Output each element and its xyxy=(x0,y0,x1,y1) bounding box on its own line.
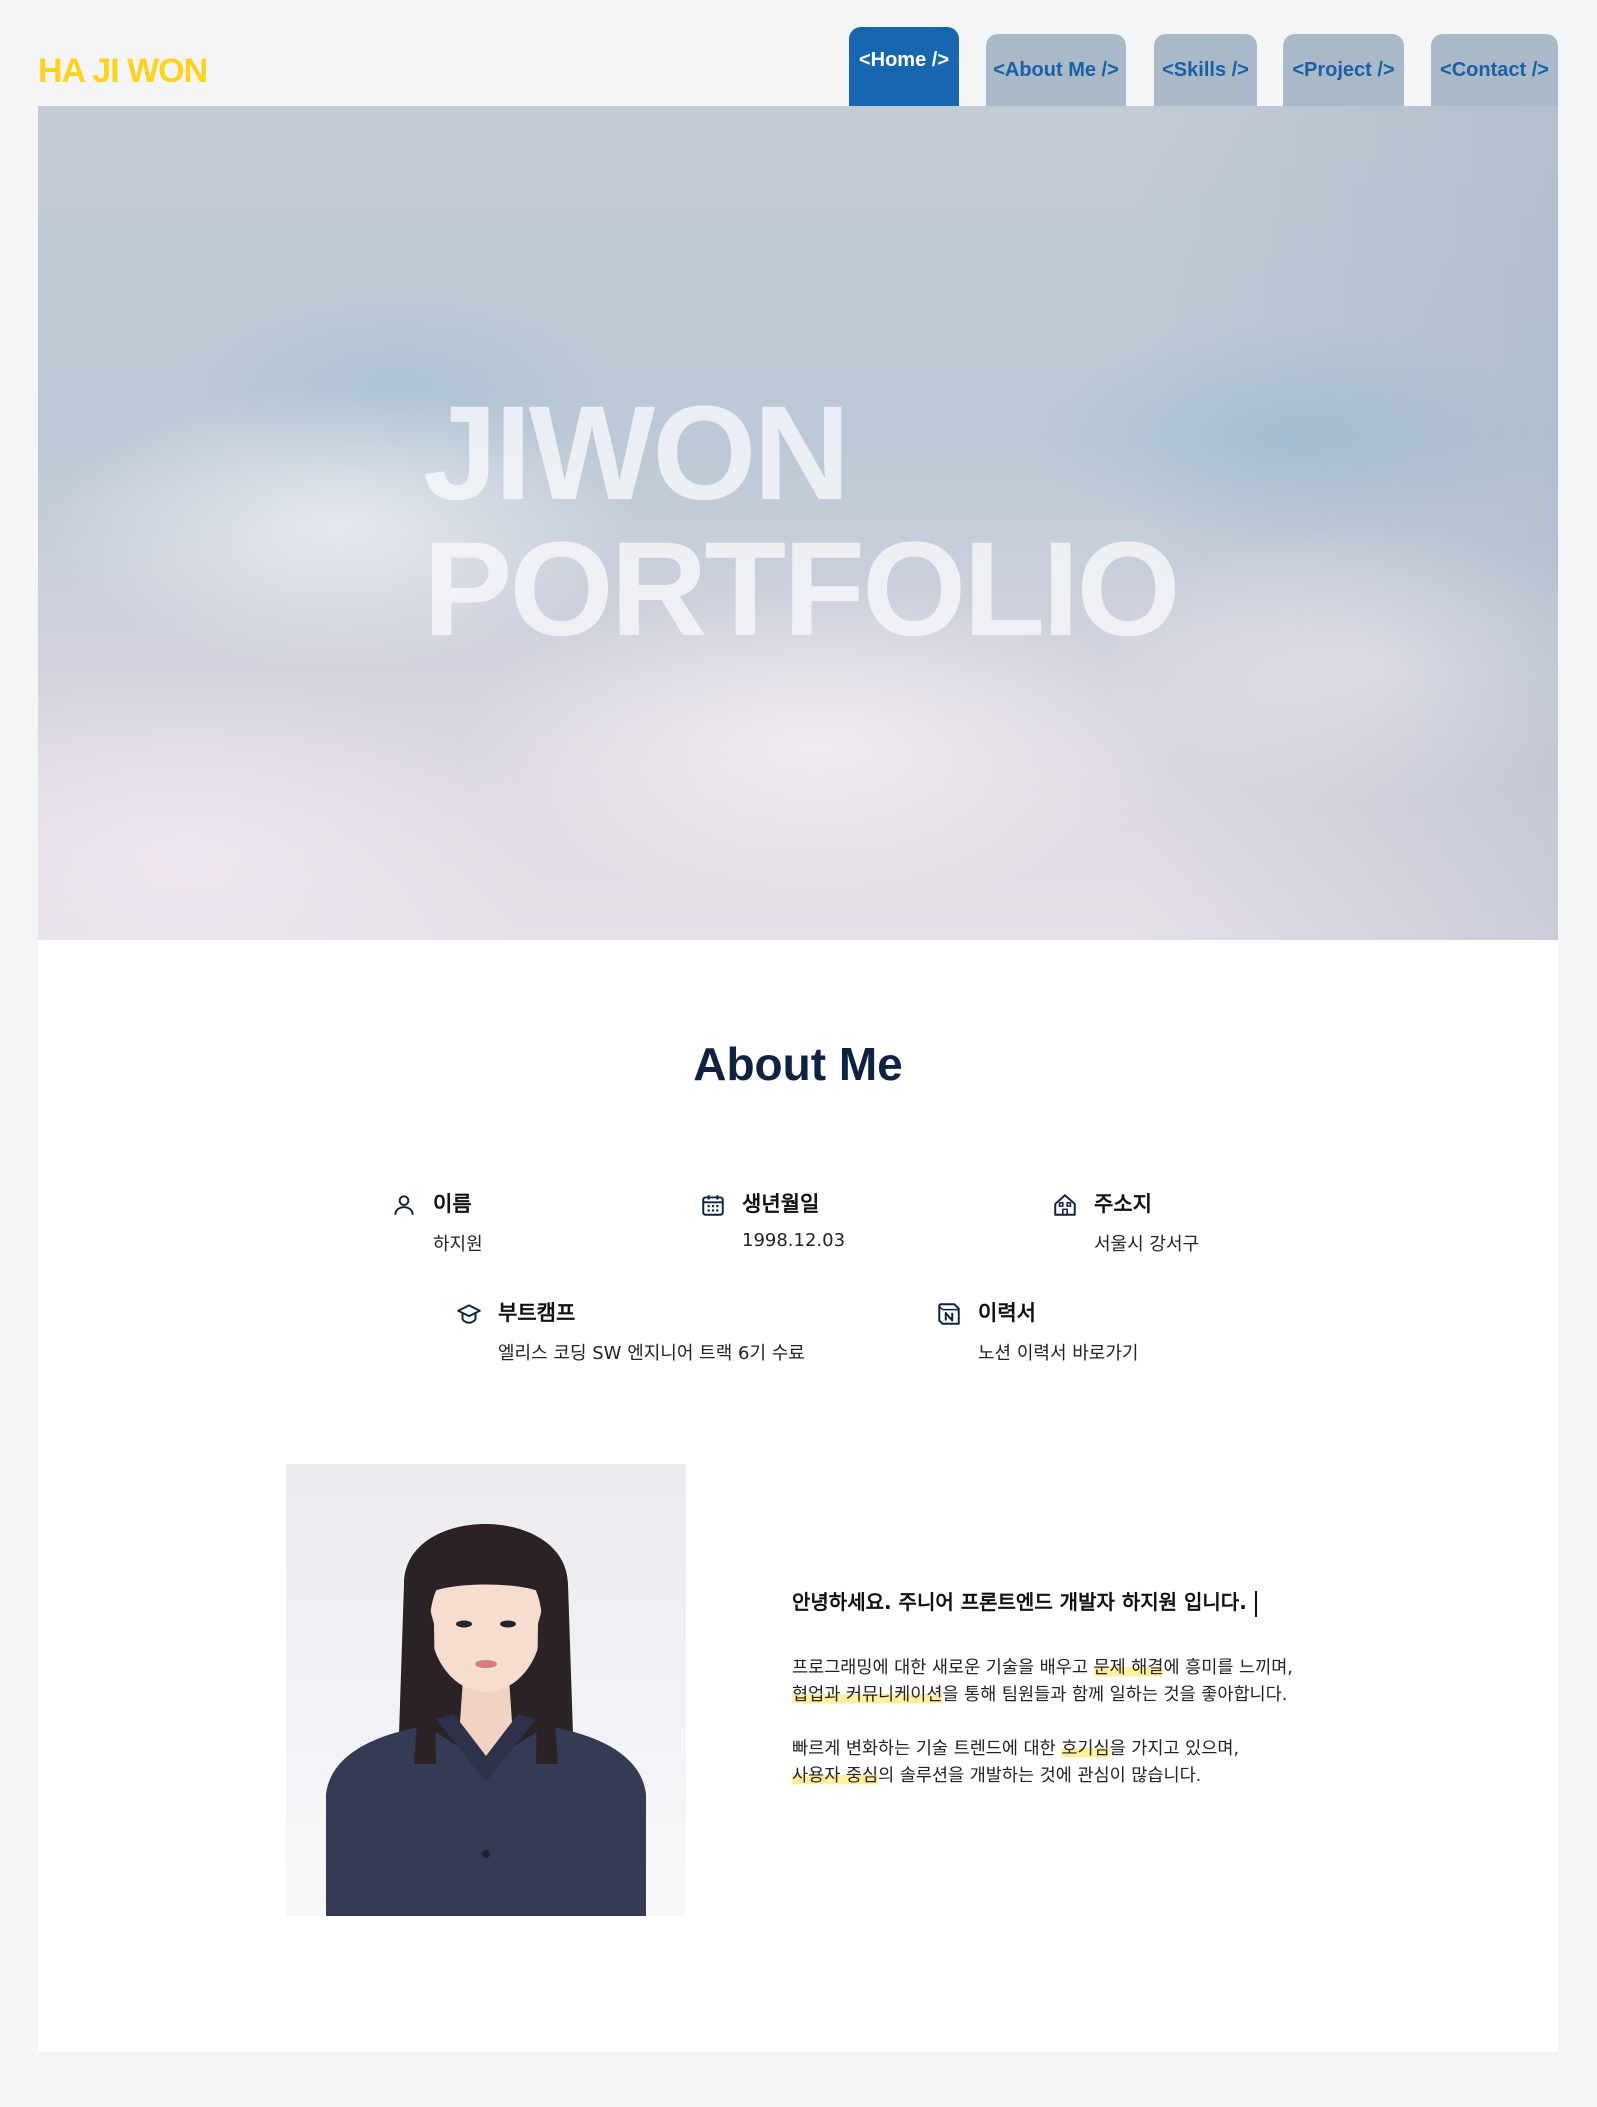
typing-cursor xyxy=(1254,1590,1257,1617)
info-label: 주소지 xyxy=(1094,1192,1152,1216)
info-value: 서울시 강서구 xyxy=(1094,1234,1200,1255)
top-nav: <Home /> <About Me /> <Skills /> <Projec… xyxy=(0,0,1597,106)
building-icon xyxy=(1054,1194,1076,1216)
highlight: 사용자 중심 xyxy=(792,1765,879,1786)
profile-illustration xyxy=(326,1524,646,1916)
intro-paragraph-1: 프로그래밍에 대한 새로운 기술을 배우고 문제 해결에 흥미를 느끼며, 협업… xyxy=(792,1655,1412,1709)
info-name: 이름 하지원 xyxy=(391,1188,483,1256)
text-span: 프로그래밍에 대한 새로운 기술을 배우고 xyxy=(792,1657,1094,1678)
graduation-cap-icon xyxy=(457,1304,481,1324)
user-icon xyxy=(394,1195,414,1215)
info-birthdate: 생년월일 1998.12.03 xyxy=(700,1188,845,1251)
info-bootcamp: 부트캠프 엘리스 코딩 SW 엔지니어 트랙 6기 수료 xyxy=(456,1297,805,1365)
notion-icon xyxy=(938,1303,960,1325)
highlight: 문제 해결 xyxy=(1093,1657,1164,1678)
info-label: 이름 xyxy=(433,1192,472,1216)
tab-project[interactable]: <Project /> xyxy=(1283,34,1404,106)
info-label: 부트캠프 xyxy=(498,1301,576,1325)
info-label: 이력서 xyxy=(978,1301,1036,1325)
info-address: 주소지 서울시 강서구 xyxy=(1052,1188,1199,1256)
section-title: About Me xyxy=(693,1038,903,1090)
profile-photo xyxy=(286,1464,686,1916)
info-label: 생년월일 xyxy=(742,1192,820,1216)
greeting: 안녕하세요. 주니어 프론트엔드 개발자 하지원 입니다. xyxy=(792,1586,1412,1617)
tab-contact[interactable]: <Contact /> xyxy=(1431,34,1558,106)
tab-about-me[interactable]: <About Me /> xyxy=(986,34,1126,106)
hero-title-line2: PORTFOLIO xyxy=(423,515,1181,664)
highlight: 협업과 커뮤니케이션 xyxy=(792,1684,943,1705)
hero-banner: JIWON PORTFOLIO xyxy=(38,106,1558,940)
greeting-text: 안녕하세요. 주니어 프론트엔드 개발자 하지원 입니다. xyxy=(792,1590,1247,1614)
highlight: 호기심 xyxy=(1061,1738,1110,1759)
hero-title: JIWON PORTFOLIO xyxy=(423,379,1181,664)
tab-skills[interactable]: <Skills /> xyxy=(1154,34,1257,106)
text-span: 의 솔루션을 개발하는 것에 관심이 많습니다. xyxy=(878,1765,1202,1786)
intro-text: 안녕하세요. 주니어 프론트엔드 개발자 하지원 입니다. 프로그래밍에 대한 … xyxy=(792,1586,1412,1790)
text-span: 을 가지고 있으며, xyxy=(1109,1738,1240,1759)
calendar-icon xyxy=(702,1195,724,1216)
text-span: 을 통해 팀원들과 함께 일하는 것을 좋아합니다. xyxy=(942,1684,1288,1705)
intro-paragraph-2: 빠르게 변화하는 기술 트렌드에 대한 호기심을 가지고 있으며, 사용자 중심… xyxy=(792,1736,1412,1790)
about-section: About Me 이름 하지원 생년월일 1998.12.03 주소지 서울시 … xyxy=(38,940,1558,2052)
hero-title-line1: JIWON xyxy=(423,379,850,528)
info-resume[interactable]: 이력서 노션 이력서 바로가기 xyxy=(936,1297,1138,1365)
hero-shade xyxy=(1138,106,1558,940)
text-span: 에 흥미를 느끼며, xyxy=(1163,1657,1293,1678)
info-value: 1998.12.03 xyxy=(742,1230,846,1251)
resume-link[interactable]: 노션 이력서 바로가기 xyxy=(978,1339,1138,1365)
tab-home[interactable]: <Home /> xyxy=(849,27,959,106)
info-value: 엘리스 코딩 SW 엔지니어 트랙 6기 수료 xyxy=(498,1343,805,1364)
info-value: 하지원 xyxy=(433,1234,483,1255)
text-span: 빠르게 변화하는 기술 트렌드에 대한 xyxy=(792,1738,1062,1759)
